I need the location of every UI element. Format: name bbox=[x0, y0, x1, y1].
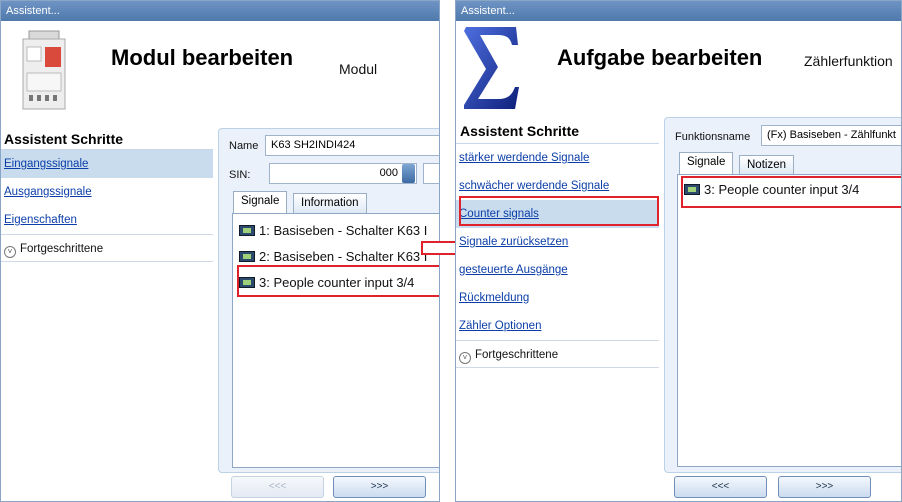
list-item[interactable]: 1: Basiseben - Schalter K63 I bbox=[239, 220, 427, 242]
signals-list: 1: Basiseben - Schalter K63 I 2: Basiseb… bbox=[232, 213, 439, 468]
chevron-down-icon: ˅ bbox=[4, 246, 16, 258]
highlight-box bbox=[459, 196, 659, 226]
next-button[interactable]: >>> bbox=[333, 476, 426, 498]
tab-signals[interactable]: Signale bbox=[233, 191, 288, 213]
step-properties[interactable]: Eigenschaften bbox=[1, 206, 213, 234]
step-controlled-outputs[interactable]: gesteuerte Ausgänge bbox=[456, 256, 659, 284]
signal-device-icon bbox=[239, 251, 255, 262]
advanced-label: Fortgeschrittene bbox=[475, 349, 559, 361]
steps-title: Assistent Schritte bbox=[460, 123, 580, 139]
sigma-icon bbox=[460, 23, 520, 113]
step-rising-signals[interactable]: stärker werdende Signale bbox=[456, 144, 659, 172]
previous-button[interactable]: <<< bbox=[674, 476, 767, 498]
window-titlebar: Assistent... bbox=[1, 1, 439, 21]
page-subtitle: Zählerfunktion bbox=[804, 53, 893, 69]
function-name-label: Funktionsname bbox=[675, 131, 751, 143]
module-panel: Name K63 SH2INDI424 SIN: 000 Signale Inf… bbox=[218, 128, 439, 473]
step-input-signals[interactable]: Eingangssignale bbox=[1, 150, 213, 178]
sin-field[interactable]: 000 bbox=[269, 163, 417, 184]
signals-list: 3: People counter input 3/4 bbox=[677, 174, 901, 467]
name-field[interactable]: K63 SH2INDI424 bbox=[265, 135, 439, 156]
page-title: Modul bearbeiten bbox=[111, 45, 294, 70]
chevron-down-icon: ˅ bbox=[459, 352, 471, 364]
task-edit-window: Assistent... Aufgabe bearbeiten Zählerfu… bbox=[455, 0, 902, 502]
step-reset-signals[interactable]: Signale zurücksetzen bbox=[456, 228, 659, 256]
task-panel: Funktionsname (Fx) Basiseben - Zählfunkt… bbox=[664, 117, 901, 473]
step-counter-options[interactable]: Zähler Optionen bbox=[456, 312, 659, 340]
sin-spinner[interactable] bbox=[402, 164, 415, 183]
tab-notes[interactable]: Notizen bbox=[739, 155, 794, 175]
tab-signals[interactable]: Signale bbox=[679, 152, 734, 174]
page-subtitle: Modul bbox=[339, 61, 378, 77]
step-output-signals[interactable]: Ausgangssignale bbox=[1, 178, 213, 206]
highlight-box bbox=[237, 265, 439, 297]
highlight-box bbox=[681, 176, 901, 208]
sin-extra-field[interactable] bbox=[423, 163, 439, 184]
advanced-label: Fortgeschrittene bbox=[20, 243, 104, 255]
page-title: Aufgabe bearbeiten bbox=[557, 45, 763, 70]
advanced-expander[interactable]: ˅ Fortgeschrittene bbox=[456, 340, 659, 368]
advanced-expander[interactable]: ˅ Fortgeschrittene bbox=[1, 234, 213, 262]
steps-nav: stärker werdende Signale schwächer werde… bbox=[456, 143, 659, 368]
next-button[interactable]: >>> bbox=[778, 476, 871, 498]
steps-title: Assistent Schritte bbox=[4, 131, 124, 147]
step-feedback[interactable]: Rückmeldung bbox=[456, 284, 659, 312]
device-module-icon bbox=[15, 29, 70, 113]
window-titlebar: Assistent... bbox=[456, 1, 901, 21]
previous-button[interactable]: <<< bbox=[231, 476, 324, 498]
signal-device-icon bbox=[239, 225, 255, 236]
name-label: Name bbox=[229, 140, 259, 152]
function-name-field[interactable]: (Fx) Basiseben - Zählfunkt bbox=[761, 125, 901, 146]
module-edit-window: Assistent... Modul bearbeiten Modul Assi… bbox=[0, 0, 440, 502]
tab-information[interactable]: Information bbox=[293, 193, 367, 213]
steps-nav: Eingangssignale Ausgangssignale Eigensch… bbox=[1, 149, 213, 262]
sin-label: SIN: bbox=[229, 169, 251, 181]
